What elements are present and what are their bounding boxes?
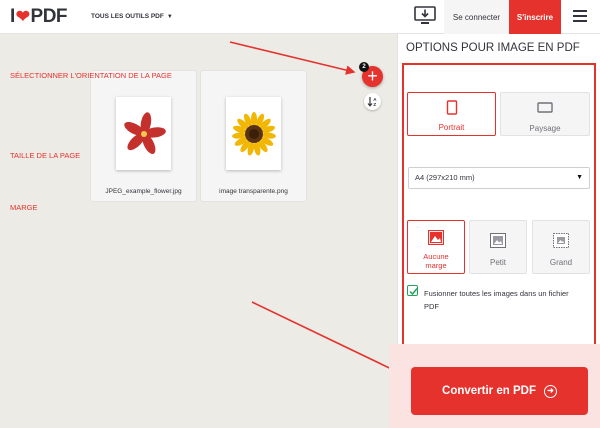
portrait-label: Portrait [438, 123, 465, 132]
arrow-to-add-button [229, 41, 356, 75]
login-button[interactable]: Se connecter [444, 0, 509, 34]
all-tools-label: TOUS LES OUTILS PDF [91, 13, 164, 20]
red-flower-image [116, 97, 171, 170]
page-size-label: TAILLE DE LA PAGE [10, 151, 81, 160]
merge-checkbox[interactable] [407, 285, 418, 296]
arrow-right-circle-icon: ➜ [543, 384, 557, 398]
margin-none-label-line2: marge [425, 260, 447, 270]
orientation-portrait-option[interactable]: Portrait [407, 92, 496, 136]
page-size-value: A4 (297x210 mm) [415, 173, 475, 182]
signup-button[interactable]: S'inscrire [509, 0, 561, 34]
checkmark-icon [409, 288, 418, 296]
caret-down-icon: ▼ [166, 13, 173, 20]
file-card-flower[interactable]: JPEG_example_flower.jpg [90, 70, 197, 202]
ilovepdf-logo[interactable]: I ❤ PDF [10, 6, 68, 27]
file-name: image transparente.png [219, 188, 288, 195]
orientation-landscape-option[interactable]: Paysage [500, 92, 590, 136]
small-margin-image-icon [490, 233, 506, 250]
logo-suffix: PDF [30, 6, 68, 27]
convert-to-pdf-button[interactable]: Convertir en PDF ➜ [411, 367, 588, 415]
arrow-to-convert-button [251, 301, 406, 376]
logo-prefix: I [10, 6, 15, 27]
dropdown-arrow-icon: ▼ [576, 174, 583, 181]
orientation-label: SÉLECTIONNER L'ORIENTATION DE LA PAGE [10, 71, 172, 80]
convert-label: Convertir en PDF [442, 385, 536, 397]
file-name: JPEG_example_flower.jpg [105, 188, 182, 195]
svg-text:Z: Z [373, 102, 376, 107]
page-size-select[interactable]: A4 (297x210 mm) ▼ [408, 167, 590, 189]
sort-az-icon[interactable]: A Z [364, 93, 381, 110]
file-count-badge: 2 [359, 62, 369, 72]
file-card-sunflower[interactable]: image transparente.png [200, 70, 307, 202]
top-header: I ❤ PDF TOUS LES OUTILS PDF ▼ Se connect… [0, 0, 600, 34]
margin-label: MARGE [10, 203, 38, 212]
margin-large-label: Grand [549, 258, 573, 267]
hamburger-menu-icon[interactable] [573, 10, 587, 22]
large-margin-image-icon [553, 233, 569, 250]
all-tools-menu[interactable]: TOUS LES OUTILS PDF ▼ [91, 13, 173, 20]
landscape-page-icon [537, 102, 553, 115]
margin-large-option[interactable]: Grand [532, 220, 590, 274]
desktop-download-icon[interactable] [414, 6, 436, 26]
margin-small-label: Petit [489, 258, 506, 267]
margin-none-option[interactable]: Aucune marge [407, 220, 465, 274]
sunflower-image [226, 97, 281, 170]
merge-checkbox-label: Fusionner toutes les images dans un fich… [424, 289, 569, 311]
heart-icon: ❤ [15, 7, 30, 26]
margin-small-option[interactable]: Petit [469, 220, 527, 274]
portrait-page-icon [446, 100, 457, 117]
landscape-label: Paysage [529, 124, 561, 133]
no-margin-image-icon [427, 229, 445, 247]
sidebar-title: OPTIONS POUR IMAGE EN PDF [406, 42, 580, 54]
